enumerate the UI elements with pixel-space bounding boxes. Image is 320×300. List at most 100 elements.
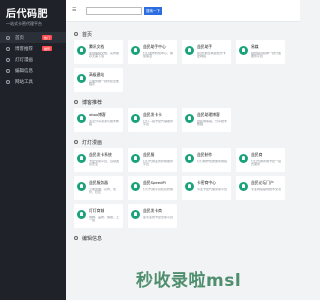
site-icon (77, 210, 86, 219)
sidebar-item-label: 灯灯漫画 (15, 57, 33, 63)
site-card[interactable]: 益民助手 QQ代刷全网最低价卡密网站 (182, 40, 231, 64)
card-desc: 专业卡密代理交易平台 (197, 187, 228, 191)
hot-badge: 热门 (41, 35, 52, 40)
topbar: ☰ 搜索一下 (66, 0, 300, 22)
site-card[interactable]: 卡密商中心 专业卡密代理交易平台 (182, 176, 231, 200)
sidebar: 后代码肥 一站式卡密代理平台 首页 热门 博客推荐 推荐 灯灯漫画 编辑信息 网… (0, 0, 66, 300)
site-card[interactable]: 灯灯商城购物，品质，保障，上一站 (74, 204, 123, 228)
info-icon (74, 236, 78, 240)
section-title: 灯灯漫画 (74, 136, 292, 148)
menu-icon[interactable]: ☰ (72, 8, 76, 13)
sidebar-item-info[interactable]: 编辑信息 (0, 65, 66, 76)
blog-icon (6, 46, 10, 51)
info-icon (6, 68, 10, 73)
card-desc: 在线编辑文档，实时保存无需下载 (89, 51, 120, 59)
site-card[interactable]: 益民发卡商最专业的卡密交易平台 (128, 204, 177, 228)
site-card[interactable]: 益民商 灯灯代刷商城卡密一站式服务 (236, 148, 285, 172)
site-card[interactable]: 腾讯文档在线编辑文档，实时保存无需下载 (74, 40, 123, 64)
watermark: 秒收录啦msl (136, 271, 242, 291)
card-title: 益民论坛门户 (251, 180, 274, 185)
comics-icon (6, 57, 10, 62)
card-desc: 灯灯—站卡密代理服务平台 (143, 119, 174, 127)
sidebar-item-tools[interactable]: 网站工具 (0, 76, 66, 87)
card-desc: 专注分享资源与技术教程 (89, 119, 120, 127)
site-icon (77, 74, 86, 83)
card-desc: 益民博客站，分享技术教程 (197, 119, 228, 127)
card-title: 益民商 (251, 152, 263, 157)
main-content: 首页 腾讯文档在线编辑文档，实时保存无需下载 益民助手中心 灯灯发布秒赞中心，刷赞… (66, 22, 300, 300)
site-card[interactable]: 益民发卡系统 卡密交易平台，自动发货安全 (74, 148, 123, 172)
card-title: 益民发卡系统 (89, 152, 112, 157)
site-icon (131, 46, 140, 55)
card-desc: 云服务器，高防，低价，稳定 (89, 187, 117, 195)
sidebar-item-label: 编辑信息 (15, 68, 33, 74)
card-desc: 灯灯代刷业务秒刷服务平台 (143, 159, 174, 167)
logo-title: 后代码肥 (6, 9, 48, 20)
comics-icon (74, 140, 78, 144)
site-card[interactable]: 益民服 灯灯代刷业务秒刷服务平台 (128, 148, 177, 172)
site-icon (131, 182, 140, 191)
card-title: 易媒 (251, 44, 259, 49)
site-card[interactable]: xbox博客 专注分享资源与技术教程 (74, 108, 123, 132)
section-title-text: 灯灯漫画 (82, 139, 103, 146)
sidebar-item-blog[interactable]: 博客推荐 推荐 (0, 43, 66, 54)
site-card[interactable]: 益民助理博客益民博客站，分享技术教程 (182, 108, 231, 132)
site-icon (131, 154, 140, 163)
site-icon (185, 182, 194, 191)
card-desc: 灯灯代刷平台稳定秒刷 (143, 187, 174, 191)
home-icon (6, 35, 10, 40)
section-title: 博客推荐 (74, 96, 292, 108)
sidebar-item-home[interactable]: 首页 热门 (0, 32, 66, 43)
site-icon (77, 182, 86, 191)
site-card[interactable]: 益民助手中心 灯灯发布秒赞中心，刷赞保活 (128, 40, 177, 64)
section-info: 编辑信息 (74, 232, 292, 244)
card-title: 益民发卡卡 (143, 112, 162, 117)
sidebar-item-comics[interactable]: 灯灯漫画 (0, 54, 66, 65)
site-card[interactable]: 益民制作 灯灯制作优质服务网站 (182, 148, 231, 172)
site-icon (77, 114, 86, 123)
card-desc: 短视频自媒体一键分发服务平台 (251, 51, 282, 59)
tools-icon (6, 79, 10, 84)
card-desc: 灯灯制作优质服务网站 (197, 159, 228, 163)
card-title: 腾讯文档 (89, 44, 105, 49)
section-title-text: 博客推荐 (82, 99, 103, 106)
section-comics: 灯灯漫画 益民发卡系统 卡密交易平台，自动发货安全 益民服 灯灯代刷业务秒刷服务平台… (74, 136, 292, 228)
site-icon (185, 154, 194, 163)
card-desc: 购物，品质，保障，上一站 (89, 215, 120, 223)
card-desc: 专业网站提供技术交流 (251, 187, 282, 191)
search-button[interactable]: 搜索一下 (144, 7, 162, 15)
card-title: 益民发卡商 (143, 208, 162, 213)
site-icon (131, 210, 140, 219)
home-icon (74, 32, 78, 36)
site-card[interactable]: 易媒短视频自媒体一键分发服务平台 (236, 40, 285, 64)
site-icon (239, 154, 248, 163)
card-title: 益民SpeedPi (143, 180, 166, 185)
site-icon (185, 46, 194, 55)
section-home: 首页 腾讯文档在线编辑文档，实时保存无需下载 益民助手中心 灯灯发布秒赞中心，刷赞… (74, 28, 292, 92)
site-icon (77, 46, 86, 55)
card-desc: 云服务器一键安装全能程序 (89, 79, 120, 87)
site-icon (185, 114, 194, 123)
card-title: 益民助手中心 (143, 44, 166, 49)
section-title-text: 首页 (82, 31, 93, 38)
card-desc: QQ代刷全网最低价卡密网站 (197, 51, 226, 59)
card-desc: 最专业的卡密交易平台 (143, 215, 174, 219)
card-title: 益民助手 (197, 44, 213, 49)
sidebar-item-label: 首页 (15, 35, 24, 41)
site-card[interactable]: 益民论坛门户专业网站提供技术交流 (236, 176, 285, 200)
site-icon (131, 114, 140, 123)
site-icon (239, 182, 248, 191)
site-card[interactable]: 益民发卡卡灯灯—站卡密代理服务平台 (128, 108, 177, 132)
logo-subtitle: 一站式卡密代理平台 (6, 21, 42, 26)
site-icon (239, 46, 248, 55)
site-card[interactable]: 益民服务器 云服务器，高防，低价，稳定 (74, 176, 123, 200)
section-title: 编辑信息 (74, 232, 292, 244)
sidebar-item-label: 博客推荐 (15, 46, 33, 52)
logo[interactable]: 后代码肥 一站式卡密代理平台 (0, 0, 66, 28)
site-card[interactable]: 益民SpeedPi 灯灯代刷平台稳定秒刷 (128, 176, 177, 200)
section-blog: 博客推荐 xbox博客 专注分享资源与技术教程 益民发卡卡灯灯—站卡密代理服务平台… (74, 96, 292, 132)
site-card[interactable]: 高级建站 云服务器一键安装全能程序 (74, 68, 123, 92)
card-title: 益民助理博客 (197, 112, 220, 117)
search-input[interactable] (86, 7, 142, 15)
card-title: 灯灯商城 (89, 208, 105, 213)
